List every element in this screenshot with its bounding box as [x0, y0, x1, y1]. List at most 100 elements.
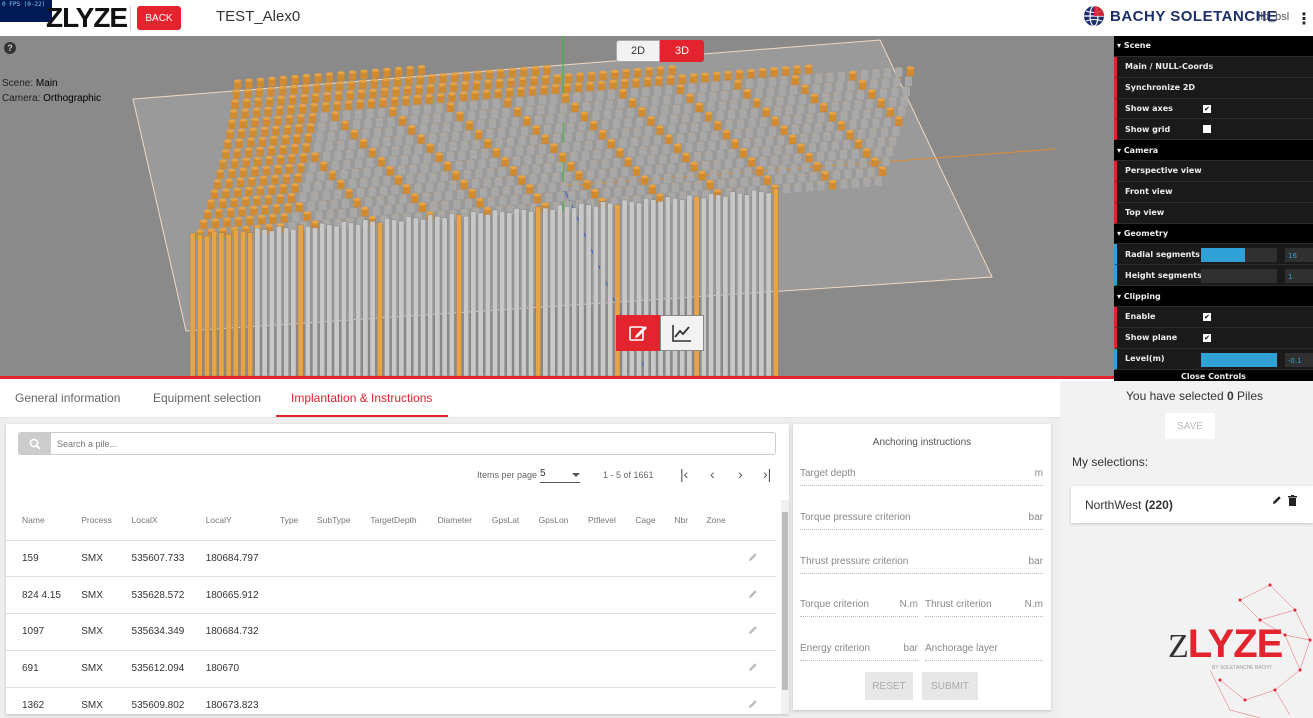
- enable-item[interactable]: Enable ✔: [1114, 306, 1313, 328]
- torque-criterion-field[interactable]: Torque criterion N.m: [800, 599, 918, 617]
- show-plane-checkbox[interactable]: ✔: [1203, 333, 1211, 342]
- table-row[interactable]: 159 SMX 535607.733 180684.797: [6, 540, 776, 578]
- next-page-icon[interactable]: ›: [738, 466, 743, 482]
- table-row[interactable]: 1097 SMX 535634.349 180684.732: [6, 613, 776, 651]
- pile-head: [697, 92, 706, 96]
- empty-cell: [421, 613, 476, 651]
- mode-2d-button[interactable]: 2D: [616, 40, 660, 62]
- reset-button[interactable]: RESET: [865, 672, 913, 700]
- table-row[interactable]: 691 SMX 535612.094 180670: [6, 650, 776, 688]
- perspective-view-item[interactable]: Perspective view: [1114, 161, 1313, 182]
- level-input[interactable]: -0.1: [1285, 352, 1313, 367]
- anchorage-layer-field[interactable]: Anchorage layer: [925, 643, 1043, 661]
- selection-item[interactable]: NorthWest (220): [1071, 486, 1313, 523]
- target-depth-field[interactable]: Target depth m: [800, 468, 1043, 486]
- empty-cell: [658, 540, 691, 578]
- pencil-icon[interactable]: [748, 699, 758, 709]
- last-page-icon[interactable]: ›|: [763, 466, 771, 482]
- user-name[interactable]: lld_bsl: [1258, 11, 1289, 23]
- pencil-icon[interactable]: [748, 662, 758, 672]
- pile-head: [329, 121, 338, 125]
- scene-folder[interactable]: ▾ Scene: [1114, 36, 1313, 57]
- tab-implantation-instructions[interactable]: Implantation & Instructions: [291, 391, 432, 405]
- pile-head: [359, 79, 367, 83]
- column-header[interactable]: GpsLon: [522, 500, 572, 541]
- show-axes-item[interactable]: Show axes ✔: [1114, 98, 1313, 120]
- previous-page-icon[interactable]: ‹: [710, 466, 715, 482]
- trash-icon[interactable]: [1288, 495, 1297, 506]
- items-per-page-select[interactable]: 5: [540, 468, 580, 483]
- help-icon[interactable]: ?: [4, 42, 16, 54]
- pile-head: [418, 202, 426, 206]
- tab-equipment-selection[interactable]: Equipment selection: [153, 391, 261, 405]
- geometry-folder[interactable]: ▾ Geometry: [1114, 223, 1313, 245]
- column-header[interactable]: Name: [6, 500, 66, 541]
- pile-head: [394, 175, 402, 179]
- height-segments-input[interactable]: 1: [1285, 269, 1313, 284]
- show-grid-checkbox[interactable]: [1203, 125, 1211, 134]
- column-header[interactable]: Type: [263, 500, 301, 541]
- height-segments-label: Height segments: [1125, 270, 1202, 280]
- search-input[interactable]: [57, 436, 757, 451]
- show-axes-checkbox[interactable]: ✔: [1203, 104, 1211, 113]
- radial-segments-input[interactable]: 16: [1285, 248, 1313, 263]
- show-plane-item[interactable]: Show plane ✔: [1114, 327, 1313, 349]
- pencil-icon[interactable]: [1272, 495, 1282, 505]
- scrollbar-thumb[interactable]: [782, 512, 788, 690]
- radial-segments-slider[interactable]: [1201, 248, 1277, 263]
- level-slider[interactable]: [1201, 352, 1277, 367]
- more-menu-icon[interactable]: ⋮: [1296, 9, 1312, 29]
- show-grid-item[interactable]: Show grid: [1114, 119, 1313, 141]
- height-segments-slider[interactable]: [1201, 269, 1277, 284]
- table-scrollbar[interactable]: [781, 500, 789, 714]
- main-null-coords-item[interactable]: Main / NULL-Coords: [1114, 56, 1313, 78]
- controls-panel: ▾ Scene Main / NULL-Coords Synchronize 2…: [1114, 36, 1313, 384]
- column-header[interactable]: Process: [65, 500, 116, 541]
- pile-head: [679, 123, 687, 127]
- top-view-item[interactable]: Top view: [1114, 202, 1313, 224]
- table-row[interactable]: 824 4.15 SMX 535628.572 180665.912: [6, 576, 776, 615]
- column-header[interactable]: Cage: [619, 500, 659, 541]
- mode-3d-button[interactable]: 3D: [660, 40, 704, 62]
- edit-button[interactable]: [616, 315, 660, 351]
- enable-checkbox[interactable]: ✔: [1203, 312, 1211, 321]
- column-header[interactable]: LocalX: [115, 500, 190, 541]
- first-page-icon[interactable]: |‹: [680, 466, 688, 482]
- column-header[interactable]: SubType: [300, 500, 355, 541]
- torque-pressure-field[interactable]: Torque pressure criterion bar: [800, 512, 1043, 530]
- pile-head: [253, 224, 262, 229]
- app-logo[interactable]: ZLYZE: [46, 2, 128, 34]
- camera-folder[interactable]: ▾ Camera: [1114, 140, 1313, 162]
- tab-general-information[interactable]: General information: [15, 391, 120, 405]
- active-tab-indicator: [276, 415, 448, 417]
- pencil-icon[interactable]: [748, 625, 758, 635]
- pile-scene[interactable]: [0, 36, 1114, 376]
- pile-head: [521, 126, 529, 130]
- chart-button[interactable]: [660, 315, 704, 351]
- thrust-pressure-field[interactable]: Thrust pressure criterion bar: [800, 556, 1043, 574]
- submit-button[interactable]: SUBMIT: [922, 672, 978, 700]
- column-header[interactable]: Ptflevel: [571, 500, 620, 541]
- column-header[interactable]: LocalY: [189, 500, 264, 541]
- column-header[interactable]: GpsLat: [475, 500, 523, 541]
- pile-head: [249, 127, 257, 131]
- thrust-criterion-field[interactable]: Thrust criterion N.m: [925, 599, 1043, 617]
- search-button[interactable]: [19, 433, 51, 454]
- clipping-folder[interactable]: ▾ Clipping: [1114, 286, 1313, 307]
- save-button[interactable]: SAVE: [1165, 413, 1215, 439]
- column-header[interactable]: TargetDepth: [354, 500, 422, 541]
- pile-head: [506, 176, 514, 180]
- back-button[interactable]: BACK: [137, 6, 181, 30]
- column-header[interactable]: Diameter: [421, 500, 476, 541]
- front-view-item[interactable]: Front view: [1114, 181, 1313, 203]
- pile-head: [292, 212, 300, 216]
- energy-criterion-field[interactable]: Energy criterion bar: [800, 643, 918, 661]
- pile-head: [694, 180, 703, 184]
- pencil-icon[interactable]: [748, 552, 758, 562]
- table-row[interactable]: 1362 SMX 535609.802 180673.823: [6, 687, 776, 714]
- column-header[interactable]: Nbr: [658, 500, 691, 541]
- column-header[interactable]: Zone: [690, 500, 729, 541]
- synchronize-2d-item[interactable]: Synchronize 2D: [1114, 77, 1313, 99]
- pile-head: [296, 202, 304, 206]
- pencil-icon[interactable]: [748, 589, 758, 599]
